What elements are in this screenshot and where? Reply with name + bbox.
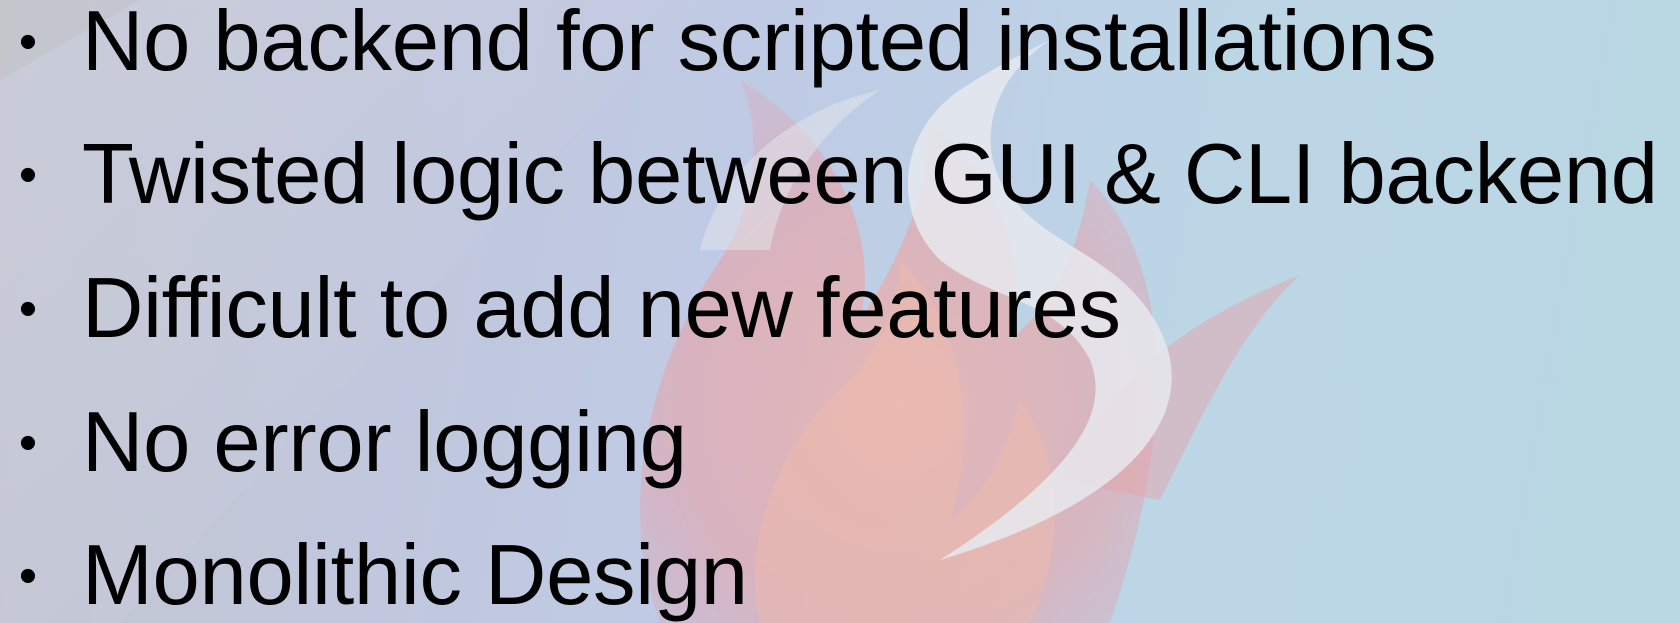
bullet-point-icon: • — [18, 146, 38, 204]
bullet-point-icon: • — [18, 414, 38, 472]
bullet-text: No error logging — [82, 395, 687, 490]
bullet-text: Twisted logic between GUI & CLI backend — [82, 127, 1658, 222]
bullet-text: No backend for scripted installations — [82, 0, 1437, 89]
bullet-list: • No backend for scripted installations … — [0, 0, 1680, 623]
presentation-slide: • No backend for scripted installations … — [0, 0, 1680, 623]
bullet-point-icon: • — [18, 280, 38, 338]
bullet-text: Difficult to add new features — [82, 261, 1121, 356]
bullet-point-icon: • — [18, 547, 38, 605]
bullet-point-icon: • — [18, 13, 38, 71]
bullet-text: Monolithic Design — [82, 528, 748, 623]
